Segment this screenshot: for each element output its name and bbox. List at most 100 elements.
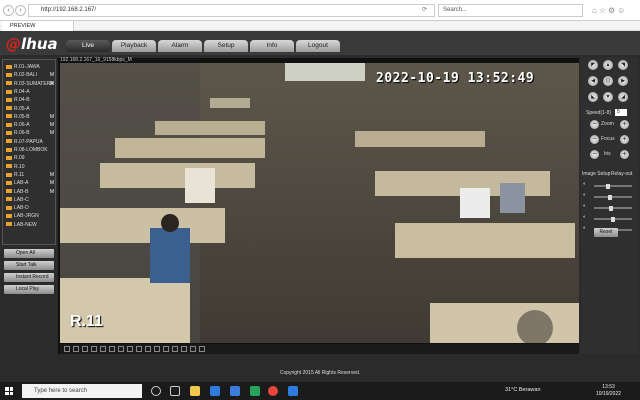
channel-item[interactable]: R.08-LOMBOK xyxy=(3,146,55,154)
address-bar[interactable]: http://192.168.2.167/ xyxy=(28,4,435,17)
channel-item[interactable]: R.07-PAPUA xyxy=(3,138,55,146)
back-icon[interactable]: ‹ xyxy=(3,5,14,16)
store-icon[interactable] xyxy=(230,386,240,396)
video-toolbar-button[interactable] xyxy=(199,346,205,352)
main-stream-indicator[interactable]: M xyxy=(50,129,54,137)
video-toolbar-button[interactable] xyxy=(154,346,160,352)
tab-live[interactable]: Live xyxy=(66,40,110,52)
slider-knob[interactable] xyxy=(607,194,612,200)
local-play-button[interactable]: Local Play xyxy=(4,285,54,294)
image-adjust-slider[interactable] xyxy=(594,205,632,211)
iris-plus-button[interactable]: + xyxy=(620,150,629,159)
ptz-up-right-icon[interactable]: ◥ xyxy=(618,60,628,70)
channel-item[interactable]: LAB-NEW xyxy=(3,221,55,229)
task-view-icon[interactable] xyxy=(170,386,180,396)
video-toolbar-button[interactable] xyxy=(118,346,124,352)
slider-knob[interactable] xyxy=(611,216,615,222)
ptz-up-icon[interactable]: ▲ xyxy=(603,60,613,70)
image-adjust-slider[interactable] xyxy=(594,194,632,200)
channel-item[interactable]: R.11 M xyxy=(3,171,55,179)
tab-info[interactable]: Info xyxy=(250,40,294,52)
mail-icon[interactable] xyxy=(210,386,220,396)
relay-out-label[interactable]: Relay-out xyxy=(611,171,632,177)
main-stream-indicator[interactable]: M xyxy=(50,113,54,121)
zoom-plus-button[interactable]: + xyxy=(620,120,629,129)
start-talk-button[interactable]: Start Talk xyxy=(4,261,54,270)
forward-icon[interactable]: › xyxy=(15,5,26,16)
tab-alarm[interactable]: Alarm xyxy=(158,40,202,52)
channel-item[interactable]: R.02-BALI M xyxy=(3,71,55,79)
cortana-icon[interactable] xyxy=(151,386,161,396)
video-toolbar-button[interactable] xyxy=(172,346,178,352)
channel-item[interactable]: LAB-D xyxy=(3,204,55,212)
image-adjust-slider[interactable] xyxy=(594,216,632,222)
main-stream-indicator[interactable]: M xyxy=(50,121,54,129)
channel-item[interactable]: R.10 xyxy=(3,163,55,171)
taskbar-search-input[interactable]: Type here to search xyxy=(22,384,142,398)
ptz-right-icon[interactable]: ▶ xyxy=(618,76,628,86)
channel-item[interactable]: LAB-JRGN xyxy=(3,212,55,220)
browser-search-input[interactable]: Search... xyxy=(438,4,583,17)
channel-item[interactable]: LAB-B M xyxy=(3,188,55,196)
video-toolbar-button[interactable] xyxy=(91,346,97,352)
channel-item[interactable]: R.04-A xyxy=(3,88,55,96)
refresh-icon[interactable]: ⟳ xyxy=(422,4,427,17)
video-toolbar-button[interactable] xyxy=(190,346,196,352)
tab-playback[interactable]: Playback xyxy=(112,40,156,52)
video-toolbar-button[interactable] xyxy=(100,346,106,352)
tab-setup[interactable]: Setup xyxy=(204,40,248,52)
main-stream-indicator[interactable]: M xyxy=(50,80,54,88)
system-clock[interactable]: 13:53 10/19/2022 xyxy=(596,384,621,398)
channel-item[interactable]: R.05-A xyxy=(3,105,55,113)
ptz-center-icon[interactable]: ⊡ xyxy=(603,76,613,86)
reset-button[interactable]: Reset xyxy=(594,228,618,237)
main-stream-indicator[interactable]: M xyxy=(50,179,54,187)
ptz-down-left-icon[interactable]: ◣ xyxy=(588,92,598,102)
channel-item[interactable]: R.04-B xyxy=(3,96,55,104)
chrome-icon[interactable] xyxy=(268,386,278,396)
open-all-button[interactable]: Open All xyxy=(4,249,54,258)
channel-item[interactable]: R.09 xyxy=(3,154,55,162)
excel-icon[interactable] xyxy=(250,386,260,396)
ptz-left-icon[interactable]: ◀ xyxy=(588,76,598,86)
slider-knob[interactable] xyxy=(609,205,614,211)
speed-select[interactable]: 5 xyxy=(615,109,627,116)
channel-item[interactable]: R.03-SUMATERA M xyxy=(3,80,55,88)
slider-knob[interactable] xyxy=(605,183,610,189)
zoom-minus-button[interactable]: − xyxy=(590,120,599,129)
video-toolbar-button[interactable] xyxy=(136,346,142,352)
channel-item[interactable]: R.01-JAWA xyxy=(3,63,55,71)
video-toolbar-button[interactable] xyxy=(145,346,151,352)
video-toolbar-button[interactable] xyxy=(82,346,88,352)
video-toolbar-button[interactable] xyxy=(181,346,187,352)
weather-widget[interactable]: 31°C Berawan xyxy=(505,387,541,393)
windows-start-icon[interactable] xyxy=(5,387,13,395)
ptz-down-right-icon[interactable]: ◢ xyxy=(618,92,628,102)
focus-minus-button[interactable]: − xyxy=(590,135,599,144)
channel-item[interactable]: R.06-B M xyxy=(3,129,55,137)
instant-record-button[interactable]: Instant Record xyxy=(4,273,54,282)
iris-minus-button[interactable]: − xyxy=(590,150,599,159)
image-setup-label[interactable]: Image Setup xyxy=(582,171,610,177)
channel-item[interactable]: LAB-A M xyxy=(3,179,55,187)
channel-item[interactable]: LAB-C xyxy=(3,196,55,204)
main-stream-indicator[interactable]: M xyxy=(50,71,54,79)
tab-logout[interactable]: Logout xyxy=(296,40,340,52)
channel-item[interactable]: R.06-A M xyxy=(3,121,55,129)
ptz-down-icon[interactable]: ▼ xyxy=(603,92,613,102)
file-explorer-icon[interactable] xyxy=(190,386,200,396)
internet-explorer-icon[interactable] xyxy=(288,386,298,396)
browser-tab[interactable]: PREVIEW xyxy=(2,21,74,31)
channel-item[interactable]: R.05-B M xyxy=(3,113,55,121)
video-toolbar-button[interactable] xyxy=(109,346,115,352)
focus-plus-button[interactable]: + xyxy=(620,135,629,144)
video-toolbar-button[interactable] xyxy=(73,346,79,352)
main-stream-indicator[interactable]: M xyxy=(50,188,54,196)
browser-menu-icons[interactable]: ⌂☆⚙☺ xyxy=(592,4,638,17)
video-toolbar-button[interactable] xyxy=(64,346,70,352)
camera-feed[interactable] xyxy=(60,63,579,343)
video-toolbar-button[interactable] xyxy=(127,346,133,352)
ptz-up-left-icon[interactable]: ◤ xyxy=(588,60,598,70)
main-stream-indicator[interactable]: M xyxy=(50,171,54,179)
image-adjust-slider[interactable] xyxy=(594,183,632,189)
